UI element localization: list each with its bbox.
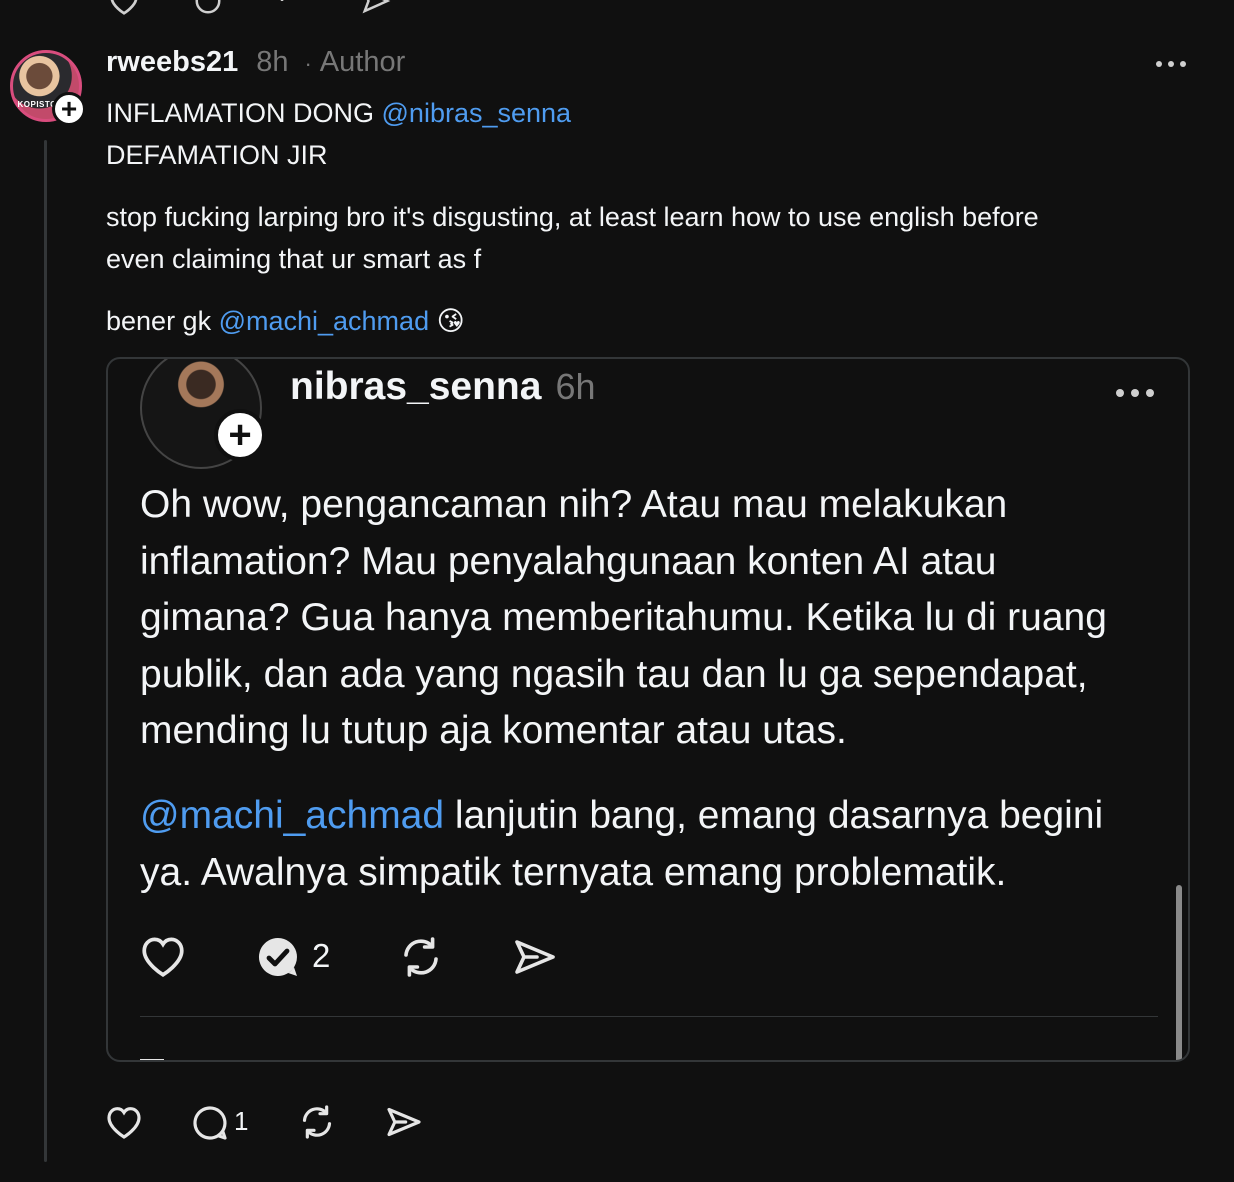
- post-text: INFLAMATION DONG: [106, 98, 382, 128]
- quoted-timestamp[interactable]: 6h: [555, 366, 595, 408]
- mention-link[interactable]: @nibras_senna: [382, 98, 572, 128]
- quoted-line: ya. Awalnya simpatik ternyata emang prob…: [140, 850, 1007, 894]
- heart-icon[interactable]: [104, 1103, 144, 1141]
- post-text: even claiming that ur smart as f: [106, 244, 482, 274]
- plus-icon: +: [60, 93, 78, 124]
- follow-button[interactable]: +: [52, 92, 86, 126]
- previous-post-actions: [106, 0, 394, 16]
- send-icon[interactable]: [510, 933, 560, 981]
- plus-icon: +: [228, 413, 252, 457]
- more-icon-dot: [1168, 61, 1174, 67]
- post-text: bener gk: [106, 306, 219, 336]
- comment-icon[interactable]: [190, 1103, 230, 1143]
- separator: ·: [304, 51, 312, 76]
- thread-line: [44, 140, 47, 1162]
- quoted-follow-button[interactable]: +: [214, 409, 266, 461]
- more-icon-dot: [1146, 389, 1154, 397]
- post-line: DEFAMATION JIR: [106, 134, 328, 176]
- post-line: stop fucking larping bro it's disgusting…: [106, 196, 1039, 238]
- more-button[interactable]: [1156, 61, 1186, 67]
- post-line: INFLAMATION DONG @nibras_senna: [106, 92, 571, 134]
- replied-comment-icon[interactable]: [254, 933, 302, 981]
- quoted-post[interactable]: + nibras_senna 6h Oh wow, pengancaman ni…: [106, 357, 1190, 1062]
- send-icon[interactable]: [384, 1102, 424, 1142]
- post-line: even claiming that ur smart as f: [106, 238, 481, 280]
- quoted-line: gimana? Gua hanya memberitahumu. Ketika …: [140, 596, 1107, 639]
- scrollbar[interactable]: [1176, 885, 1182, 1060]
- comment-icon[interactable]: [190, 0, 226, 16]
- more-icon-dot: [1131, 389, 1139, 397]
- post-header: rweebs21 8h · Author: [106, 46, 405, 86]
- divider: [140, 1016, 1158, 1017]
- quoted-more-button[interactable]: [1116, 389, 1154, 397]
- post-line: bener gk @machi_achmad 😘: [106, 300, 465, 342]
- more-icon: [1156, 61, 1162, 67]
- repost-icon[interactable]: [396, 933, 446, 981]
- username[interactable]: rweebs21: [106, 46, 238, 79]
- quoted-paragraph: Oh wow, pengancaman nih? Atau mau melaku…: [140, 477, 1107, 760]
- reply-count: 1: [234, 1106, 249, 1136]
- kiss-emoji: 😘: [436, 306, 465, 336]
- quoted-header: nibras_senna 6h: [290, 365, 596, 409]
- mention-link[interactable]: @machi_achmad: [219, 306, 430, 336]
- more-icon-dot: [1180, 61, 1186, 67]
- more-icon: [1116, 389, 1124, 397]
- quoted-paragraph: @machi_achmad lanjutin bang, emang dasar…: [140, 788, 1103, 901]
- reply-count: 2: [312, 937, 331, 974]
- quoted-line: @machi_achmad lanjutin bang, emang dasar…: [140, 788, 1103, 845]
- quoted-line: publik, dan ada yang ngasih tau dan lu g…: [140, 652, 1088, 696]
- repost-icon[interactable]: [297, 1102, 337, 1142]
- repost-icon[interactable]: [274, 0, 310, 16]
- next-item-stub: [140, 1059, 164, 1060]
- post-text: stop fucking larping bro it's disgusting…: [106, 202, 1039, 232]
- post-text: DEFAMATION JIR: [106, 140, 328, 170]
- quoted-line: Oh wow, pengancaman nih? Atau mau melaku…: [140, 483, 1008, 526]
- send-icon[interactable]: [358, 0, 394, 16]
- quoted-text: lanjutin bang, emang dasarnya begini: [444, 794, 1104, 837]
- quoted-line: inflamation? Mau penyalahgunaan konten A…: [140, 539, 997, 583]
- quoted-username[interactable]: nibras_senna: [290, 365, 541, 409]
- mention-link[interactable]: @machi_achmad: [140, 794, 444, 837]
- heart-icon[interactable]: [138, 933, 188, 979]
- heart-icon[interactable]: [106, 0, 142, 16]
- author-badge: Author: [319, 46, 406, 78]
- timestamp[interactable]: 8h: [256, 46, 288, 79]
- quoted-line: mending lu tutup aja komentar atau utas.: [140, 709, 847, 752]
